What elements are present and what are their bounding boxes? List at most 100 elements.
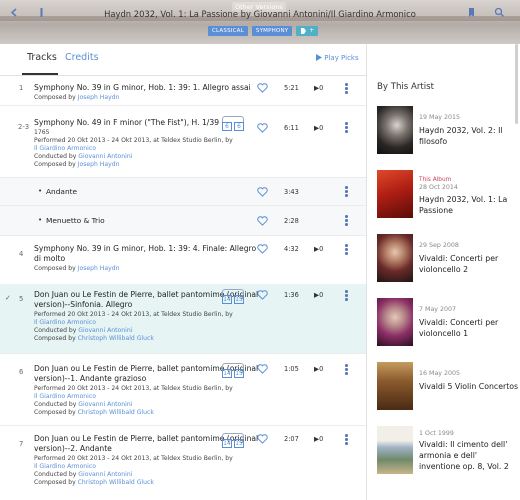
track-row[interactable]: 6 Don Juan ou Le Festin de Pierre, balle… (0, 354, 366, 426)
bit-depth: 14 (222, 369, 232, 378)
composer-link[interactable]: Joseph Haydn (78, 161, 120, 168)
tab-credits[interactable]: Credits (65, 52, 99, 63)
album-title-link[interactable]: Vivaldi: Concerti per violoncello 2 (419, 253, 519, 275)
favorite-heart-icon[interactable] (257, 123, 268, 133)
composed-label: Composed by (34, 409, 76, 416)
movement-duration: 3:43 (284, 188, 299, 196)
hd-quality-badge: 14 15 (222, 363, 244, 378)
composer-link[interactable]: Christoph Willibald Gluck (78, 409, 154, 416)
performer-link[interactable]: Il Giardino Armonico (34, 463, 264, 471)
favorite-heart-icon[interactable] (257, 364, 268, 374)
tag-symphony[interactable]: SYMPHONY (251, 26, 293, 36)
tab-tracks[interactable]: Tracks (27, 52, 57, 63)
album-cover (377, 298, 413, 346)
composer-link[interactable]: Christoph Willibald Gluck (78, 479, 154, 486)
play-button[interactable]: ▶0 (314, 365, 323, 373)
search-icon[interactable] (494, 7, 505, 18)
tag-classical[interactable]: CLASSICAL (208, 26, 248, 36)
album-card[interactable]: 29 Sep 2008 Vivaldi: Concerti per violon… (377, 234, 520, 286)
movement-row[interactable]: • Menuetto & Trio 2:28 (0, 206, 366, 236)
performer-link[interactable]: Il Giardino Armonico (34, 145, 264, 153)
play-button[interactable]: ▶0 (314, 84, 323, 92)
more-options-icon[interactable] (345, 83, 348, 95)
album-card-current[interactable]: This Album 28 Oct 2014 Haydn 2032, Vol. … (377, 170, 520, 222)
track-row[interactable]: 1 Symphony No. 39 in G minor, Hob. 1: 39… (0, 76, 366, 106)
conductor-link[interactable]: Giovanni Antonini (78, 327, 132, 334)
played-check-icon: ✓ (5, 294, 11, 302)
conducted-label: Conducted by (34, 153, 77, 160)
more-options-icon[interactable] (345, 244, 348, 256)
album-header: Other Versions Haydn 2032, Vol. 1: La Pa… (0, 0, 520, 44)
sample-rate: 15 (234, 439, 244, 448)
track-composer-line: Composed by Christoph Willibald Gluck (34, 335, 264, 343)
album-card[interactable]: 16 May 2005 Vivaldi 5 Violin Concertos (377, 362, 520, 414)
favorite-heart-icon[interactable] (257, 216, 268, 226)
artist-sidebar: By This Artist 19 May 2015 Haydn 2032, V… (366, 44, 520, 500)
more-options-icon[interactable] (345, 434, 348, 446)
hd-quality-badge: 66 (222, 116, 244, 131)
favorite-heart-icon[interactable] (257, 83, 268, 93)
album-title-link[interactable]: Vivaldi: Il cimento dell' armonia e dell… (419, 439, 519, 472)
composer-link[interactable]: Joseph Haydn (78, 265, 120, 272)
album-date: 7 May 2007 (419, 306, 457, 313)
composed-label: Composed by (34, 265, 76, 272)
bookmark-icon[interactable] (466, 7, 477, 18)
performer-link[interactable]: Il Giardino Armonico (34, 393, 264, 401)
bit-depth: 6 (222, 122, 232, 131)
play-count: 0 (319, 124, 324, 132)
album-card[interactable]: 7 May 2007 Vivaldi: Concerti per violonc… (377, 298, 520, 350)
more-options-icon[interactable] (345, 186, 348, 198)
track-number: 5 (19, 295, 24, 303)
album-cover (377, 362, 413, 410)
album-title-link[interactable]: Vivaldi 5 Violin Concertos (419, 381, 519, 392)
play-button[interactable]: ▶0 (314, 291, 323, 299)
more-options-icon[interactable] (345, 364, 348, 376)
conductor-link[interactable]: Giovanni Antonini (78, 401, 132, 408)
album-date: 16 May 2005 (419, 370, 461, 377)
track-duration: 1:36 (284, 291, 299, 299)
play-count: 0 (319, 291, 324, 299)
movement-title: Andante (46, 187, 78, 196)
play-picks-button[interactable]: Play Picks (316, 54, 359, 62)
album-date: 29 Sep 2008 (419, 242, 459, 249)
album-title-link[interactable]: Haydn 2032, Vol. 1: La Passione (419, 194, 519, 216)
performer-link[interactable]: Il Giardino Armonico (34, 319, 264, 327)
track-composer-line: Composed by Christoph Willibald Gluck (34, 409, 264, 417)
track-row-playing[interactable]: ✓ 5 Don Juan ou Le Festin de Pierre, bal… (0, 284, 366, 354)
performed-label: Performed 20 Okt 2013 - 24 Okt 2013, at … (34, 137, 233, 144)
more-options-icon[interactable] (345, 215, 348, 227)
play-count: 0 (319, 245, 324, 253)
track-row[interactable]: 7 Don Juan ou Le Festin de Pierre, balle… (0, 426, 366, 500)
track-number: 2-3 (18, 123, 30, 131)
track-panel: Tracks Credits Play Picks 1 Symphony No.… (0, 44, 366, 500)
composed-label: Composed by (34, 94, 76, 101)
play-button[interactable]: ▶0 (314, 435, 323, 443)
album-card[interactable]: 1 Oct 1999 Vivaldi: Il cimento dell' arm… (377, 426, 520, 500)
play-button[interactable]: ▶0 (314, 124, 323, 132)
track-number: 4 (19, 250, 24, 258)
composed-label: Composed by (34, 479, 76, 486)
favorite-heart-icon[interactable] (257, 244, 268, 254)
more-options-icon[interactable] (345, 122, 348, 134)
composer-link[interactable]: Joseph Haydn (78, 94, 120, 101)
album-card[interactable]: 19 May 2015 Haydn 2032, Vol. 2: Il filos… (377, 106, 520, 158)
album-title-link[interactable]: Vivaldi: Concerti per violoncello 1 (419, 317, 519, 339)
conductor-link[interactable]: Giovanni Antonini (78, 471, 132, 478)
play-button[interactable]: ▶0 (314, 245, 323, 253)
track-row[interactable]: 2-3 Symphony No. 49 in F minor ("The Fis… (0, 106, 366, 178)
more-options-icon[interactable] (345, 290, 348, 302)
sidebar-title: By This Artist (377, 82, 435, 92)
album-title-link[interactable]: Haydn 2032, Vol. 2: Il filosofo (419, 125, 519, 147)
play-count: 0 (319, 84, 324, 92)
favorite-heart-icon[interactable] (257, 434, 268, 444)
conductor-link[interactable]: Giovanni Antonini (78, 153, 132, 160)
favorite-heart-icon[interactable] (257, 290, 268, 300)
track-conductor-line: Conducted by Giovanni Antonini (34, 153, 264, 161)
sample-rate: 6 (234, 122, 244, 131)
movement-row[interactable]: • Andante 3:43 (0, 178, 366, 206)
sidebar-scrollbar[interactable] (515, 44, 518, 124)
track-conductor-line: Conducted by Giovanni Antonini (34, 327, 264, 335)
favorite-heart-icon[interactable] (257, 187, 268, 197)
add-tag-button[interactable]: + (296, 26, 319, 36)
composer-link[interactable]: Christoph Willibald Gluck (78, 335, 154, 342)
